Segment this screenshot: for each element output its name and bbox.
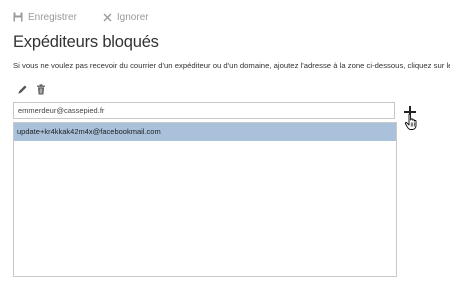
save-label: Enregistrer — [28, 11, 77, 23]
close-icon — [103, 13, 112, 21]
page-title: Expéditeurs bloqués — [13, 33, 159, 51]
save-button[interactable]: Enregistrer — [13, 12, 77, 23]
pencil-icon[interactable] — [17, 84, 28, 95]
hand-cursor-icon — [404, 113, 420, 131]
trash-icon[interactable] — [36, 84, 46, 95]
list-actions — [17, 84, 54, 95]
blocked-senders-list[interactable]: update+kr4kkak42m4x@facebookmail.com — [13, 122, 397, 277]
list-item[interactable]: update+kr4kkak42m4x@facebookmail.com — [14, 123, 396, 141]
description-text: Si vous ne voulez pas recevoir du courri… — [13, 61, 450, 70]
ignore-button[interactable]: Ignorer — [103, 12, 149, 23]
save-icon — [13, 12, 23, 22]
toolbar: Enregistrer Ignorer — [13, 10, 175, 24]
ignore-label: Ignorer — [116, 11, 149, 23]
address-input[interactable] — [13, 102, 395, 119]
